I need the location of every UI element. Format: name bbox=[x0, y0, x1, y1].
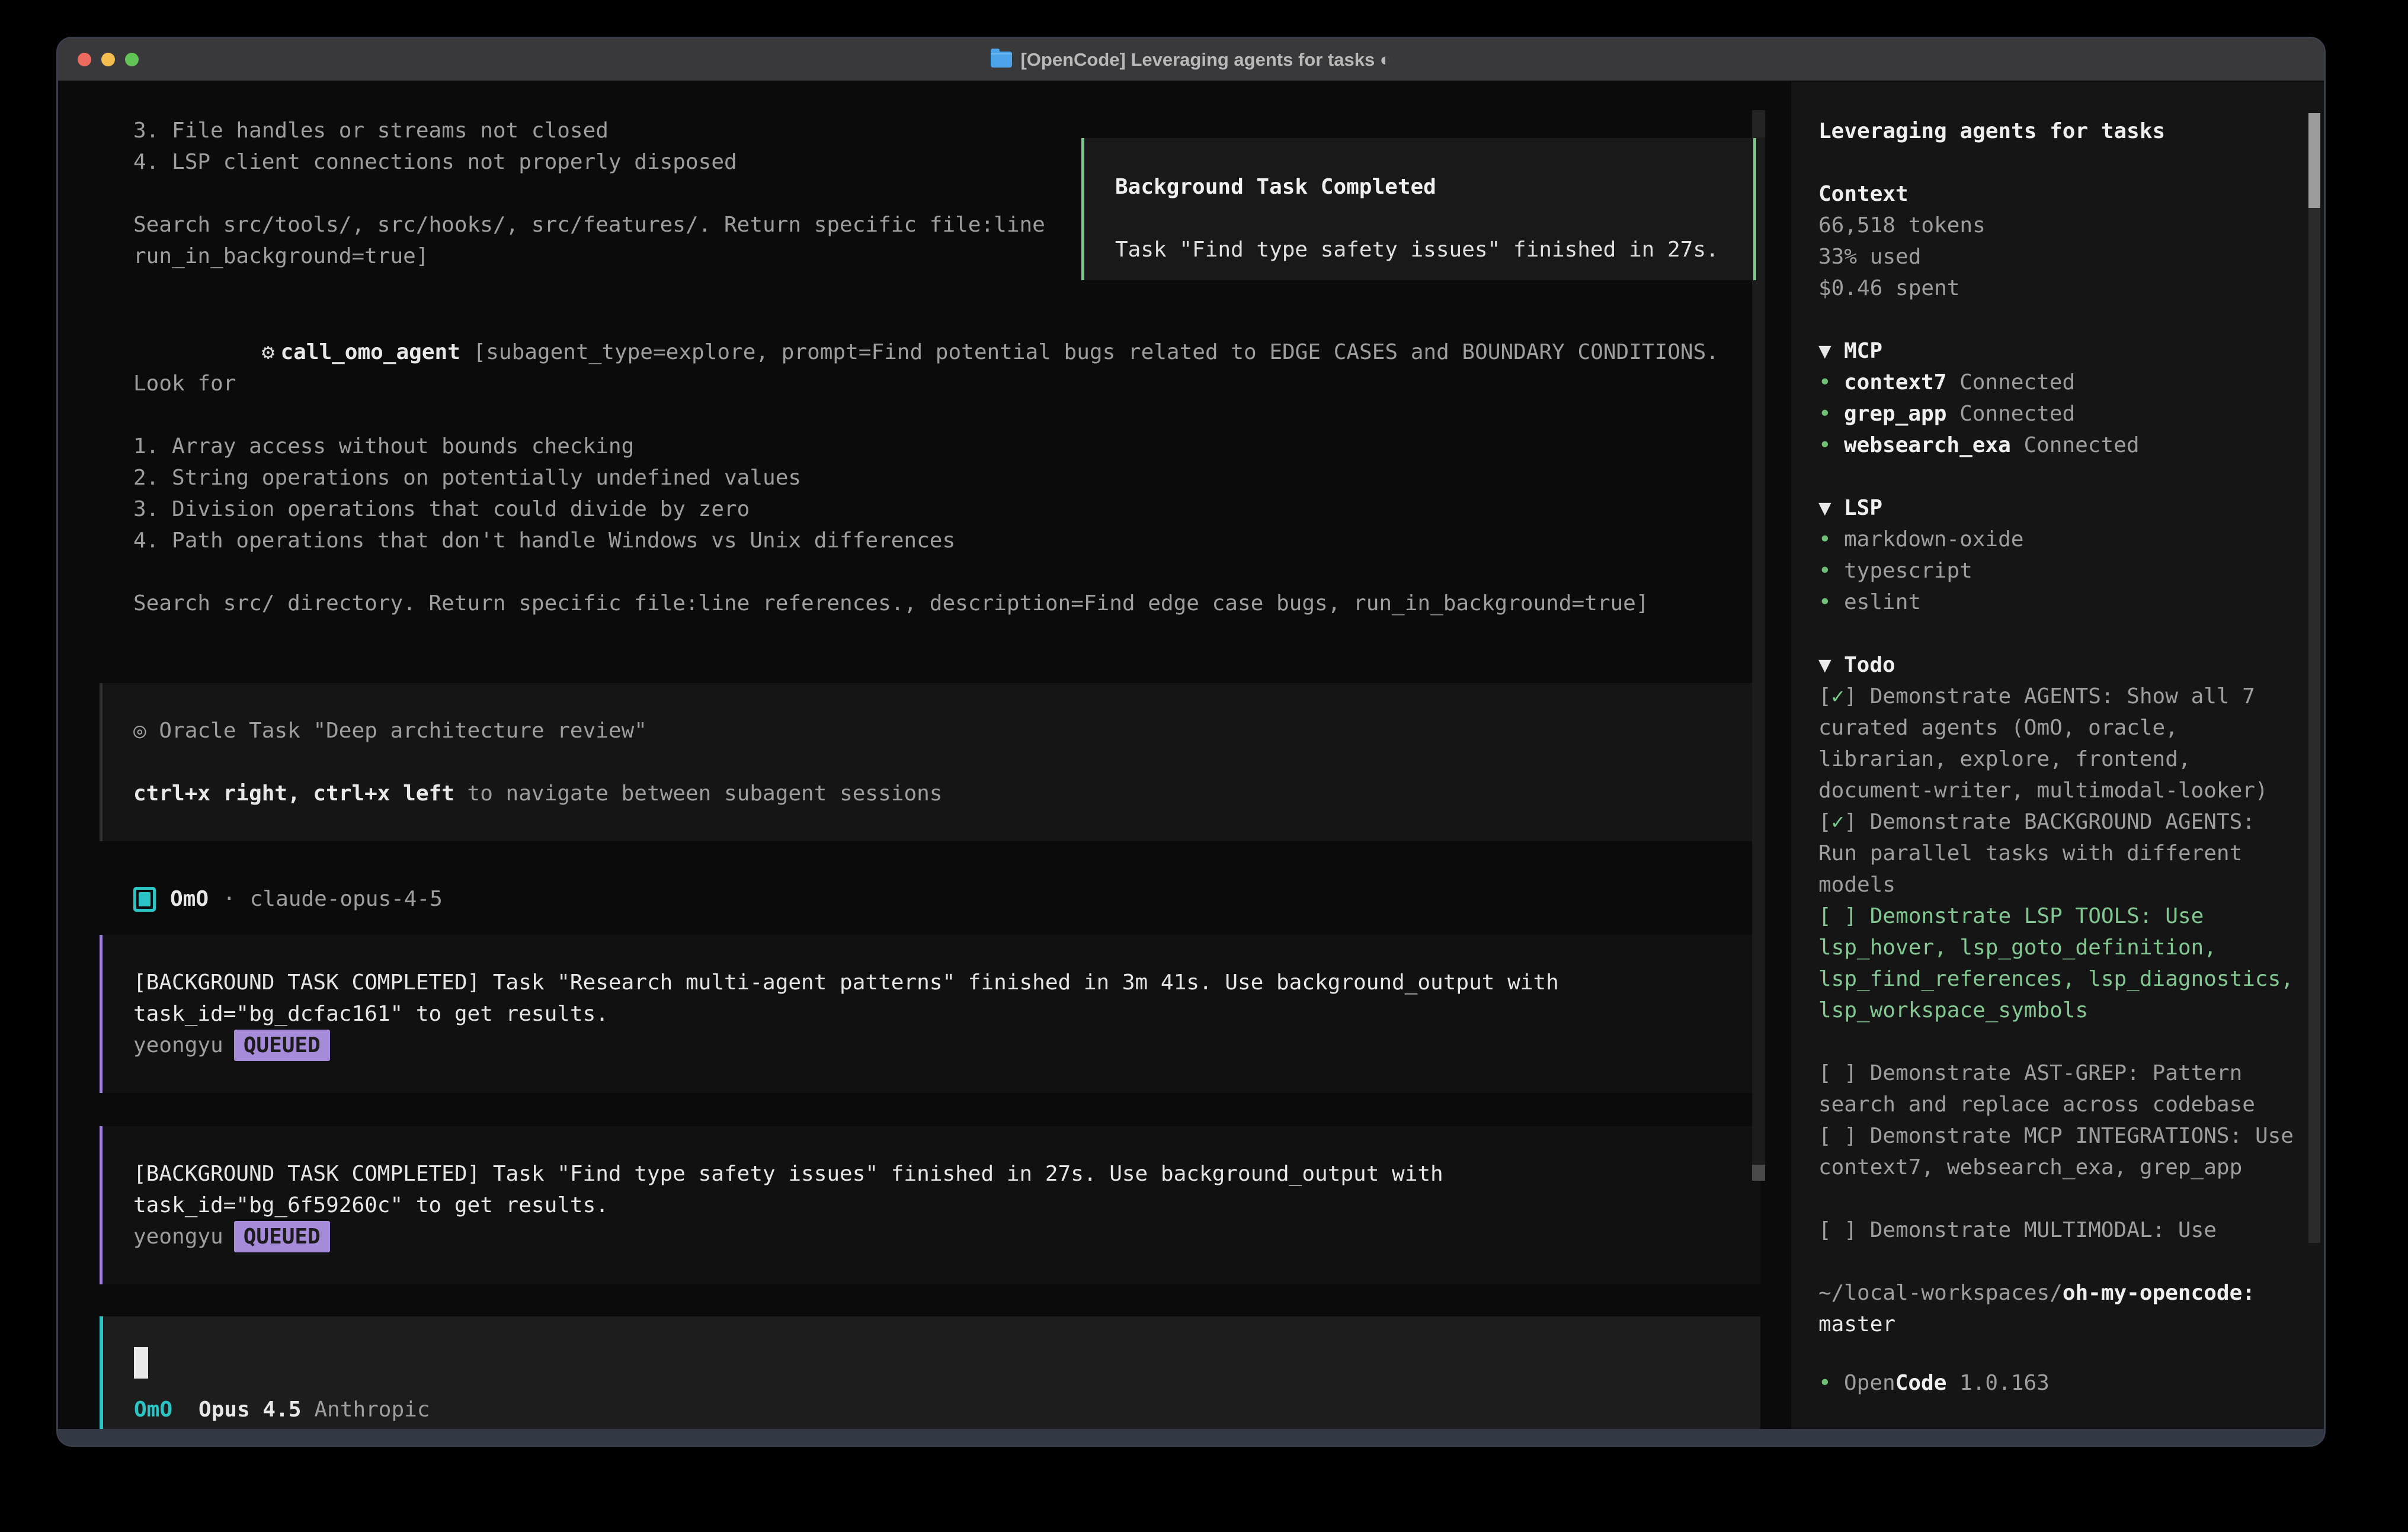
conversation-area: 3. File handles or streams not closed 4.… bbox=[58, 82, 1765, 1431]
message-author: yeongyu bbox=[133, 1033, 223, 1057]
input-provider-name: Anthropic bbox=[314, 1394, 430, 1425]
window-title-area: [OpenCode] Leveraging agents for tasks ◐ bbox=[58, 39, 2324, 81]
window-title: [OpenCode] Leveraging agents for tasks ◐ bbox=[1020, 49, 1391, 70]
message-line: task_id="bg_6f59260c" to get results. bbox=[133, 1190, 1760, 1221]
checkbox-empty-icon bbox=[1831, 1218, 1845, 1242]
sidebar: Leveraging agents for tasks Context 66,5… bbox=[1791, 82, 2324, 1431]
mcp-item: •grep_app Connected bbox=[1818, 398, 2300, 430]
tool-call-line bbox=[133, 556, 1763, 588]
checkbox-empty-icon bbox=[1831, 904, 1845, 928]
context-tokens: 66,518 tokens bbox=[1818, 210, 2300, 241]
agent-header: OmO · claude-opus-4-5 bbox=[133, 883, 1765, 915]
status-dot-icon: • bbox=[1818, 430, 1844, 461]
todo-item-pending: [ ] Demonstrate MULTIMODAL: Use bbox=[1818, 1214, 2300, 1246]
todo-section-header[interactable]: ▼Todo bbox=[1818, 649, 2300, 681]
lsp-section-header[interactable]: ▼LSP bbox=[1818, 492, 2300, 524]
todo-item-active: [ ] Demonstrate LSP TOOLS: Use lsp_hover… bbox=[1818, 900, 2300, 1026]
tool-call-line: 3. Division operations that could divide… bbox=[133, 493, 1763, 525]
lsp-item: •typescript bbox=[1818, 555, 2300, 586]
oracle-task-title: Oracle Task "Deep architecture review" bbox=[146, 719, 647, 743]
chevron-down-icon: ▼ bbox=[1818, 649, 1844, 681]
chevron-down-icon: ▼ bbox=[1818, 492, 1844, 524]
background-task-message: [BACKGROUND TASK COMPLETED] Task "Resear… bbox=[100, 935, 1760, 1093]
mcp-section-header[interactable]: ▼MCP bbox=[1818, 335, 2300, 367]
gear-icon: ⚙ bbox=[262, 340, 275, 364]
agent-name: OmO bbox=[170, 883, 209, 915]
session-title: Leveraging agents for tasks bbox=[1818, 116, 2300, 147]
text-cursor bbox=[134, 1347, 148, 1379]
folder-icon bbox=[991, 52, 1012, 68]
toast-body: Task "Find type safety issues" finished … bbox=[1115, 234, 1753, 265]
todo-item-done: [✓] Demonstrate AGENTS: Show all 7 curat… bbox=[1818, 681, 2300, 806]
chevron-down-icon: ▼ bbox=[1818, 335, 1844, 367]
todo-item-pending: [ ] Demonstrate MCP INTEGRATIONS: Use co… bbox=[1818, 1120, 2300, 1183]
main-scrollbar-top-thumb[interactable] bbox=[1752, 110, 1765, 137]
status-dot-icon: • bbox=[1818, 398, 1844, 430]
message-line: [BACKGROUND TASK COMPLETED] Task "Find t… bbox=[133, 1158, 1760, 1190]
workspace-path: ~/local-workspaces/oh-my-opencode: maste… bbox=[1818, 1277, 2300, 1340]
mcp-item: •context7 Connected bbox=[1818, 367, 2300, 398]
lsp-item: •markdown-oxide bbox=[1818, 524, 2300, 555]
check-icon: ✓ bbox=[1831, 684, 1845, 709]
tool-call-line: 2. String operations on potentially unde… bbox=[133, 462, 1763, 493]
app-window: [OpenCode] Leveraging agents for tasks ◐… bbox=[56, 37, 2326, 1447]
tool-call-line: 1. Array access without bounds checking bbox=[133, 431, 1763, 462]
oracle-task-box: ◎ Oracle Task "Deep architecture review"… bbox=[100, 683, 1760, 841]
input-agent-name: OmO bbox=[134, 1394, 172, 1425]
omo-agent-icon bbox=[133, 887, 156, 912]
mcp-item: •websearch_exa Connected bbox=[1818, 430, 2300, 461]
status-dot-icon: • bbox=[1818, 524, 1844, 555]
context-heading: Context bbox=[1818, 178, 2300, 210]
input-model-row: OmO Opus 4.5 Anthropic bbox=[134, 1394, 1760, 1425]
status-dot-icon: • bbox=[1818, 555, 1844, 586]
status-dot-icon: • bbox=[1818, 1367, 1844, 1399]
sidebar-scrollbar-thumb[interactable] bbox=[2308, 113, 2320, 208]
context-spent: $0.46 spent bbox=[1818, 273, 2300, 304]
status-dot-icon: • bbox=[1818, 586, 1844, 618]
background-task-message: [BACKGROUND TASK COMPLETED] Task "Find t… bbox=[100, 1126, 1760, 1284]
sidebar-scrollbar[interactable] bbox=[2308, 113, 2320, 1243]
checkbox-empty-icon bbox=[1831, 1124, 1845, 1148]
prompt-input[interactable]: OmO Opus 4.5 Anthropic bbox=[100, 1316, 1760, 1447]
shortcut-description: to navigate between subagent sessions bbox=[454, 781, 943, 806]
tool-call-line: Search src/ directory. Return specific f… bbox=[133, 588, 1763, 619]
todo-item-pending: [ ] Demonstrate AST-GREP: Pattern search… bbox=[1818, 1057, 2300, 1120]
status-badge: QUEUED bbox=[234, 1221, 330, 1252]
window-bottom-edge bbox=[58, 1429, 2324, 1445]
spacer-line bbox=[133, 746, 1760, 778]
tool-call-line: 4. Path operations that don't handle Win… bbox=[133, 525, 1763, 556]
target-icon: ◎ bbox=[133, 719, 146, 743]
status-dot-icon: • bbox=[1818, 367, 1844, 398]
version-row: • OpenCode 1.0.163 bbox=[1818, 1367, 2300, 1399]
message-line: [BACKGROUND TASK COMPLETED] Task "Resear… bbox=[133, 967, 1760, 998]
tool-call-block: ⚙call_omo_agent [subagent_type=explore, … bbox=[133, 305, 1763, 619]
status-badge: QUEUED bbox=[234, 1030, 330, 1061]
main-scrollbar-thumb[interactable] bbox=[1752, 1165, 1765, 1181]
lsp-item: •eslint bbox=[1818, 586, 2300, 618]
todo-item-done: [✓] Demonstrate BACKGROUND AGENTS: Run p… bbox=[1818, 806, 2300, 900]
input-model-name: Opus 4.5 bbox=[198, 1394, 301, 1425]
context-used: 33% used bbox=[1818, 241, 2300, 273]
separator-dot: · bbox=[223, 883, 236, 915]
shortcut-keys: ctrl+x right, ctrl+x left bbox=[133, 781, 454, 806]
titlebar: [OpenCode] Leveraging agents for tasks ◐ bbox=[58, 39, 2324, 82]
notification-toast: Background Task Completed Task "Find typ… bbox=[1081, 138, 1756, 280]
git-branch: master bbox=[1818, 1312, 1895, 1337]
toast-title: Background Task Completed bbox=[1115, 171, 1753, 203]
agent-model: claude-opus-4-5 bbox=[250, 883, 443, 915]
checkbox-empty-icon bbox=[1831, 1061, 1845, 1085]
check-icon: ✓ bbox=[1831, 810, 1845, 834]
tool-call-name: call_omo_agent bbox=[280, 340, 460, 364]
message-line: task_id="bg_dcfac161" to get results. bbox=[133, 998, 1760, 1030]
message-author: yeongyu bbox=[133, 1225, 223, 1249]
version-number: 1.0.163 bbox=[1946, 1371, 2049, 1395]
